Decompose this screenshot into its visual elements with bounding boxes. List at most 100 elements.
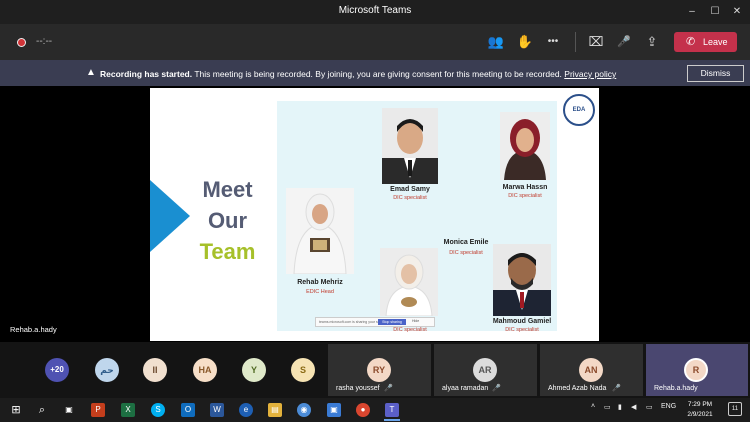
person-photo-icon	[493, 253, 551, 316]
camera-off-icon[interactable]: ⌧	[586, 32, 606, 52]
active-app-indicator	[384, 419, 400, 421]
teams-icon[interactable]: T	[385, 403, 399, 417]
privacy-policy-link[interactable]: Privacy policy	[564, 69, 616, 79]
stop-sharing-button[interactable]: Stop sharing	[378, 319, 406, 325]
participant-tile[interactable]: RY rasha youssef 🎤	[328, 344, 431, 396]
mic-off-icon[interactable]: 🎤	[614, 32, 634, 52]
participant-avatar: R	[684, 358, 708, 382]
member-role: DIC specialist	[505, 327, 539, 333]
slide-heading-team: Team	[199, 239, 256, 264]
person-photo-icon	[293, 193, 347, 274]
member-photo	[286, 188, 354, 274]
meeting-controls-bar: --:-- 👥 ✋ ••• ⌧ 🎤 ⇪ ✆ Leave	[0, 24, 750, 60]
volume-icon[interactable]: ◀	[631, 403, 636, 411]
close-window-button[interactable]: ✕	[727, 3, 747, 21]
member-role: DIC specialist	[449, 250, 483, 256]
clock-time: 7:29 PM	[687, 401, 713, 408]
member-role: DIC specialist	[508, 193, 542, 199]
taskbar-clock[interactable]: 7:29 PM 2/9/2021	[681, 400, 719, 420]
participant-avatar[interactable]: حم	[95, 358, 119, 382]
slide-heading-line-2: Our	[207, 208, 248, 233]
search-icon[interactable]: ⌕	[33, 401, 51, 419]
windows-taskbar: ⊞ ⌕ ▣ P X S O W e ▤ ◉ ▣ ● T ˄ ▭ ▮ ◀ ▭ EN…	[0, 398, 750, 422]
app-icon[interactable]: ▣	[327, 403, 341, 417]
mic-muted-icon: 🎤	[384, 385, 393, 392]
participants-icon[interactable]: 👥	[486, 32, 506, 52]
screen-share-notification: teams.microsoft.com is sharing your scre…	[315, 317, 435, 327]
member-role: DIC specialist	[393, 327, 427, 333]
wifi-icon[interactable]: ▭	[646, 403, 653, 411]
participant-name: alyaa ramadan	[442, 385, 489, 392]
warning-icon: ▲	[86, 67, 96, 78]
slide-arrow-shape	[150, 180, 190, 252]
member-name: Mahmoud Gamiel	[492, 318, 552, 325]
phone-hangup-icon: ✆	[686, 36, 696, 48]
window-titlebar: Microsoft Teams – ☐ ✕	[0, 0, 750, 24]
shared-slide: Meet Our Team EDA Emad Samy DIC speciali…	[150, 88, 599, 341]
mic-muted-icon: 🎤	[492, 385, 501, 392]
photos-icon[interactable]: ◉	[297, 403, 311, 417]
member-photo	[493, 244, 551, 316]
chrome-icon[interactable]: ●	[356, 403, 370, 417]
person-photo-icon	[385, 254, 433, 316]
presenter-name: Rehab.a.hady	[10, 325, 57, 334]
mic-muted-icon: 🎤	[612, 385, 621, 392]
notification-center-icon[interactable]: 11	[728, 402, 742, 416]
recording-notice-text: Recording has started. This meeting is b…	[100, 69, 616, 79]
recording-consent-text: This meeting is being recorded. By joini…	[192, 69, 565, 79]
participant-avatar[interactable]: S	[291, 358, 315, 382]
person-photo-icon	[382, 119, 438, 184]
participant-avatar: AR	[473, 358, 497, 382]
recording-started-text: Recording has started.	[100, 69, 193, 79]
hide-button[interactable]: Hide	[412, 319, 419, 323]
tray-overflow-icon[interactable]: ˄	[591, 403, 595, 410]
member-name: Monica Emile	[443, 239, 489, 246]
task-view-icon[interactable]: ▣	[60, 401, 78, 419]
dismiss-button[interactable]: Dismiss	[687, 65, 744, 82]
eda-logo: EDA	[563, 94, 595, 126]
participant-avatar[interactable]: Y	[242, 358, 266, 382]
clock-date: 2/9/2021	[687, 411, 713, 418]
more-actions-icon[interactable]: •••	[543, 32, 563, 52]
member-photo	[382, 108, 438, 184]
skype-icon[interactable]: S	[151, 403, 165, 417]
recording-notice-banner: ▲ Recording has started. This meeting is…	[0, 60, 750, 86]
network-icon[interactable]: ▭	[604, 403, 611, 411]
participant-avatar: AN	[579, 358, 603, 382]
recording-indicator-icon	[17, 38, 26, 47]
input-language[interactable]: ENG	[661, 403, 676, 410]
outlook-icon[interactable]: O	[181, 403, 195, 417]
leave-button[interactable]: ✆ Leave	[674, 32, 737, 52]
slide-heading-line-1: Meet	[202, 177, 253, 202]
excel-icon[interactable]: X	[121, 403, 135, 417]
start-icon[interactable]: ⊞	[7, 401, 25, 419]
participant-avatar[interactable]: HA	[193, 358, 217, 382]
edge-icon[interactable]: e	[239, 403, 253, 417]
participant-avatar: RY	[367, 358, 391, 382]
battery-icon[interactable]: ▮	[618, 403, 622, 411]
member-name: Marwa Hassn	[502, 184, 548, 191]
participant-gallery: +20 حم II HA Y S RY rasha youssef 🎤 AR a…	[0, 342, 750, 398]
powerpoint-icon[interactable]: P	[91, 403, 105, 417]
toolbar-divider	[575, 32, 576, 52]
raise-hand-icon[interactable]: ✋	[515, 32, 535, 52]
participant-avatar[interactable]: II	[143, 358, 167, 382]
member-role: DIC specialist	[393, 195, 427, 201]
participant-tile[interactable]: AR alyaa ramadan 🎤	[434, 344, 537, 396]
participant-name: rasha youssef	[336, 385, 380, 392]
maximize-button[interactable]: ☐	[705, 3, 725, 21]
person-photo-icon	[504, 119, 546, 180]
participant-name: Rehab.a.hady	[654, 385, 698, 392]
participant-tile[interactable]: AN Ahmed Azab Nada 🎤	[540, 344, 643, 396]
minimize-button[interactable]: –	[682, 3, 702, 21]
participant-tile-active[interactable]: R Rehab.a.hady	[646, 344, 748, 396]
member-name: Rehab Mehriz	[297, 279, 343, 286]
member-name: Emad Samy	[390, 186, 430, 193]
share-screen-icon[interactable]: ⇪	[642, 32, 662, 52]
meeting-timer: --:--	[36, 36, 53, 47]
participant-name: Ahmed Azab Nada	[548, 385, 607, 392]
more-participants-button[interactable]: +20	[45, 358, 69, 382]
file-explorer-icon[interactable]: ▤	[268, 403, 282, 417]
word-icon[interactable]: W	[210, 403, 224, 417]
window-title: Microsoft Teams	[338, 5, 412, 16]
